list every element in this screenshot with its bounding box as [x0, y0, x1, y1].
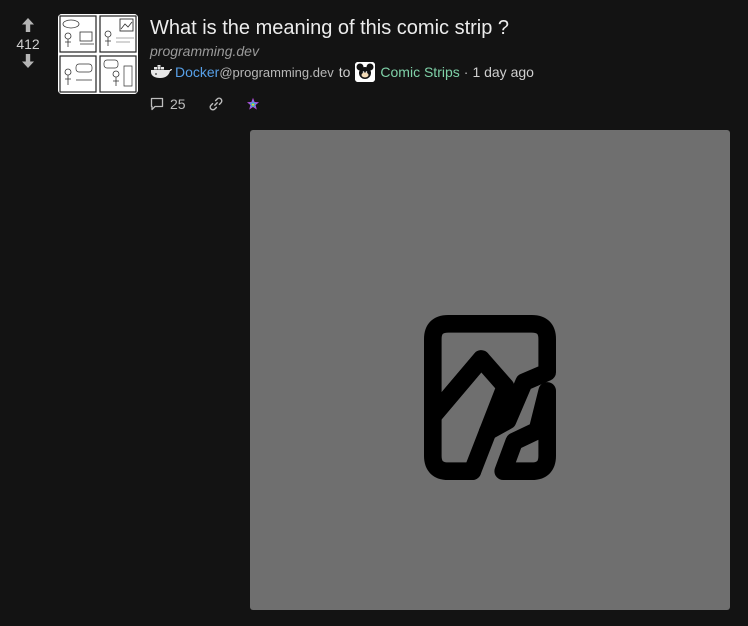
- post-age: 1 day ago: [472, 64, 534, 80]
- score-count: 412: [16, 36, 40, 52]
- to-label: to: [338, 64, 351, 80]
- community-name[interactable]: Comic Strips: [380, 64, 459, 80]
- upvote-button[interactable]: [18, 16, 38, 34]
- community-avatar: [355, 62, 376, 82]
- arrow-down-icon: [22, 54, 34, 68]
- downvote-button[interactable]: [18, 52, 38, 70]
- comments-count: 25: [170, 96, 186, 112]
- author-instance: @programming.dev: [219, 64, 334, 80]
- author-name[interactable]: Docker: [175, 64, 219, 80]
- post-title[interactable]: What is the meaning of this comic strip …: [150, 16, 509, 40]
- arrow-up-icon: [22, 18, 34, 32]
- docker-whale-icon: [151, 65, 172, 78]
- separator-dot: ·: [463, 64, 469, 80]
- comments-button[interactable]: 25: [150, 96, 186, 112]
- image-preview[interactable]: [250, 130, 730, 610]
- post-listing: 412 What is the meaning of this comic st…: [0, 0, 748, 626]
- post-thumbnail[interactable]: [58, 14, 138, 94]
- copy-link-button[interactable]: [208, 96, 224, 112]
- user-avatar: [150, 65, 172, 79]
- broken-image-icon: [424, 315, 556, 480]
- cartoon-mascot-icon: [355, 62, 376, 82]
- post-actions: 25: [150, 94, 260, 114]
- post-byline: Docker @programming.dev to Comic Strips …: [150, 61, 534, 83]
- comment-bubble-icon: [150, 97, 164, 111]
- comic-thumbnail-image: [58, 14, 138, 94]
- vote-column: 412: [10, 16, 46, 70]
- link-chain-icon: [209, 97, 223, 111]
- crosspost-button[interactable]: [246, 97, 260, 111]
- post-domain[interactable]: programming.dev: [150, 43, 259, 59]
- rainbow-star-icon: [246, 97, 259, 110]
